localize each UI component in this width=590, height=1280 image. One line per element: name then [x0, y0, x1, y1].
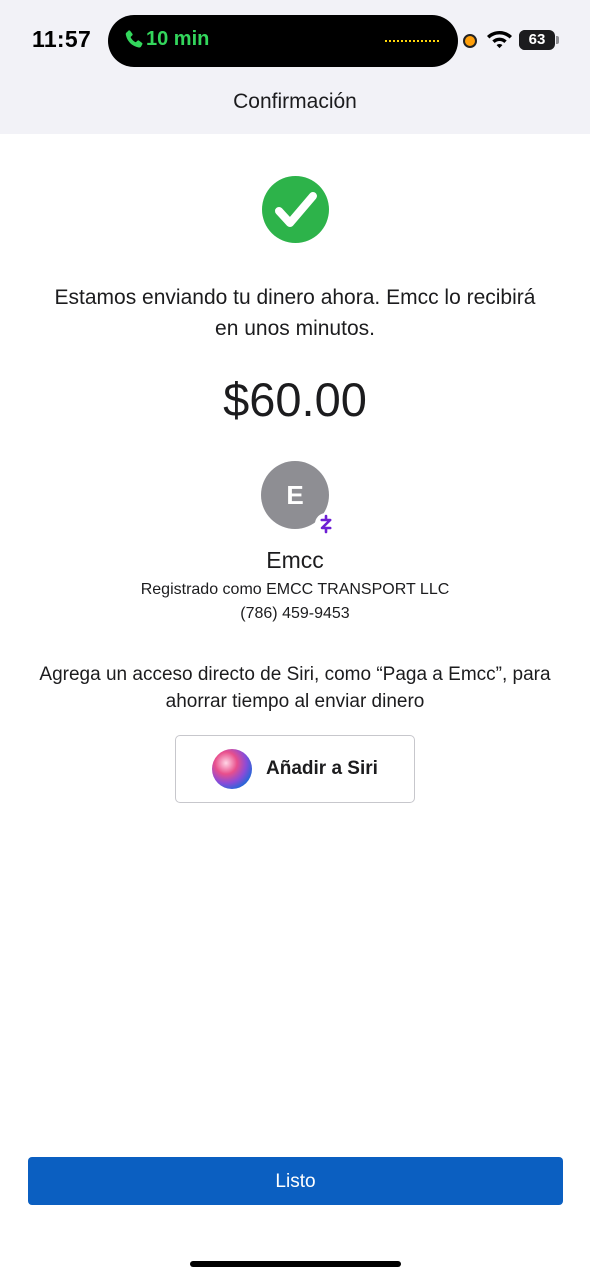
avatar-initial: E	[286, 480, 304, 510]
page-title: Confirmación	[233, 90, 357, 113]
battery-cap	[556, 36, 559, 44]
battery-icon: 63	[519, 30, 555, 50]
recipient-registered-name: Registrado como EMCC TRANSPORT LLC	[140, 581, 450, 598]
add-to-siri-button[interactable]: Añadir a Siri	[175, 735, 415, 803]
wifi-icon	[487, 31, 512, 49]
call-duration: 10 min	[146, 28, 210, 50]
home-indicator[interactable]	[190, 1261, 401, 1267]
siri-icon	[212, 749, 252, 789]
recipient-phone: (786) 459-9453	[240, 605, 350, 622]
done-button-label: Listo	[275, 1171, 316, 1192]
status-time: 11:57	[32, 26, 92, 52]
siri-shortcut-prompt: Agrega un acceso directo de Siri, como “…	[39, 664, 551, 712]
confirmation-message: Estamos enviando tu dinero ahora. Emcc l…	[54, 286, 536, 340]
recipient-name: Emcc	[266, 547, 324, 573]
dynamic-island-call[interactable]: 10 min	[108, 15, 458, 67]
audio-waveform-icon	[385, 40, 439, 42]
phone-call-icon	[125, 30, 143, 48]
done-button[interactable]: Listo	[28, 1157, 563, 1205]
checkmark-icon	[262, 176, 329, 243]
battery-level: 63	[528, 31, 546, 48]
add-to-siri-label: Añadir a Siri	[266, 758, 378, 779]
payment-amount: $60.00	[223, 373, 367, 426]
zelle-icon	[315, 513, 337, 535]
privacy-indicator-icon	[463, 34, 477, 48]
